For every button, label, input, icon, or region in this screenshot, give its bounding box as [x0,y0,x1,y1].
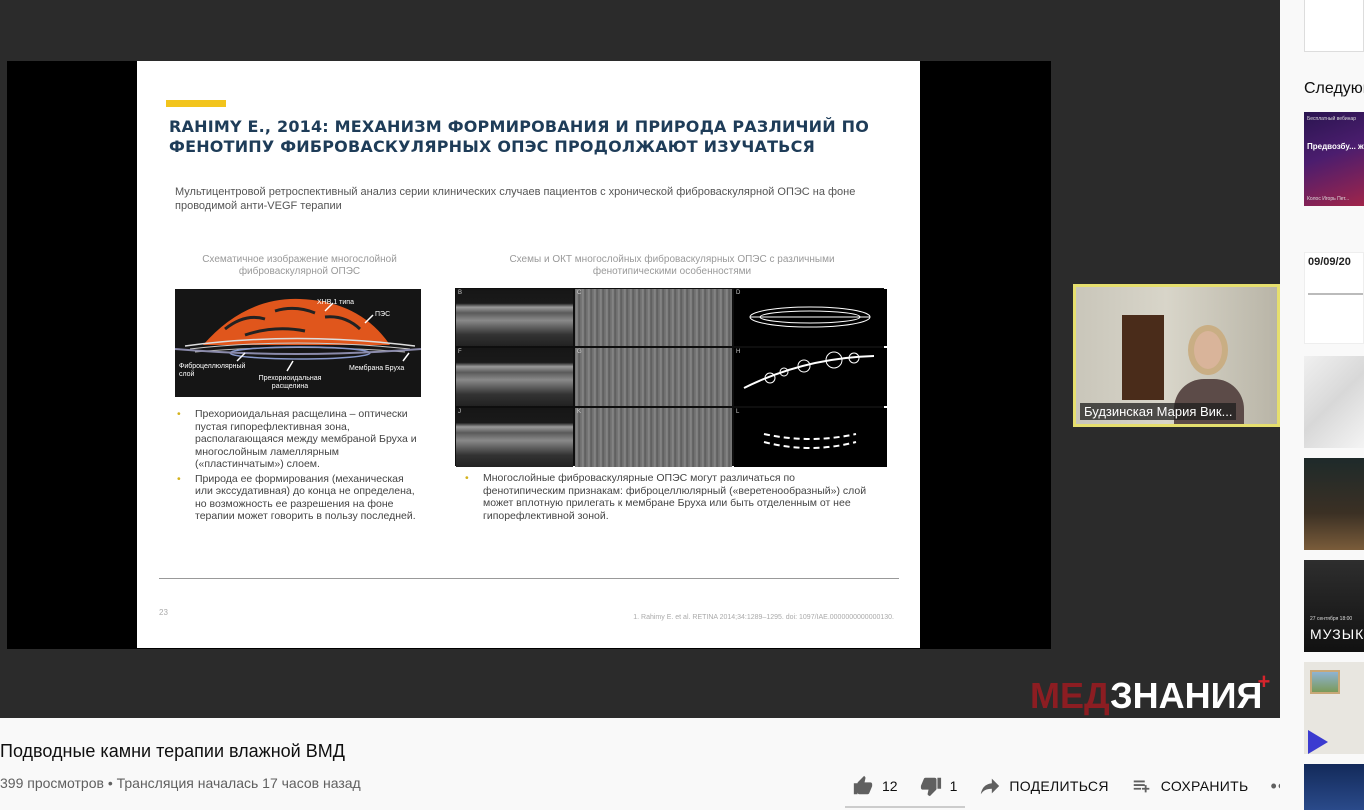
label-bruch: Мембрана Бруха [349,365,405,372]
slide-subtitle: Мультицентровой ретроспективный анализ с… [175,186,856,212]
recommended-video-thumbnail[interactable] [1304,458,1364,550]
recommended-video-thumbnail[interactable] [1304,662,1364,754]
slide-page-number: 23 [159,608,168,617]
recommended-video-thumbnail[interactable] [1304,356,1364,448]
oct-scan: J [456,408,573,467]
thumbs-up-icon [853,775,873,795]
recommended-video-thumbnail[interactable] [1304,764,1364,810]
oct-scan: F [456,348,573,406]
slide-divider [159,578,899,579]
label-prechor: Прехориоидальная расщелина [258,375,322,390]
left-bullet-list: Прехориоидальная расщелина – оптически п… [177,408,422,525]
label-fibro: Фиброцеллюлярный слой [179,363,246,378]
save-button[interactable]: СОХРАНИТЬ [1131,775,1249,797]
share-arrow-icon [981,778,1000,795]
thumbs-down-icon [920,777,941,797]
right-figure-caption: Схемы и ОКТ многослойных фиброваскулярны… [509,254,835,277]
oct-schema: D [734,289,887,346]
painting-image [1310,670,1340,694]
like-button[interactable]: 12 [852,775,898,797]
up-next-heading: Следующее [1304,80,1364,97]
speaker-name: Будзинская Мария Вик... [1080,403,1237,420]
slide-reference: 1. Rahimy E. et al. RETINA 2014;34:1289–… [633,614,894,621]
presentation-slide: RAHIMY E., 2014: МЕХАНИЗМ ФОРМИРОВАНИЯ И… [137,61,920,648]
scroll-indicator [845,806,965,808]
oct-image-grid: B C D F G H J K L [455,288,887,467]
dislike-count: 1 [949,778,958,794]
recommended-video-thumbnail[interactable]: 09/09/20 [1304,252,1364,344]
list-item: Многослойные фиброваскулярные ОПЭС могут… [465,472,875,522]
list-item: Прехориоидальная расщелина – оптически п… [177,408,422,471]
play-icon [1308,730,1328,754]
slide-accent-bar [166,100,226,107]
oct-zoom: G [575,348,732,406]
oct-schema: H [734,348,887,406]
video-title: Подводные камни терапии влажной ВМД [0,741,345,761]
oct-zoom: K [575,408,732,467]
channel-watermark-logo: МЕДЗНАНИЯ + [1030,669,1271,716]
dislike-button[interactable]: 1 [920,775,958,797]
schematic-figure: ХНВ 1 типа ПЭС Фиброцеллюлярный слой Пре… [175,289,421,397]
share-button[interactable]: ПОДЕЛИТЬСЯ [979,775,1108,797]
recommended-video-thumbnail[interactable]: Бесплатный вебинар Предвозбу... желудочк… [1304,112,1364,206]
label-hnv: ХНВ 1 типа [317,299,354,306]
label-pes: ПЭС [375,311,391,318]
bubbles-drawing [743,351,875,389]
slide-title: RAHIMY E., 2014: МЕХАНИЗМ ФОРМИРОВАНИЯ И… [169,117,870,156]
oct-zoom: C [575,289,732,346]
action-bar: 12 1 ПОДЕЛИТЬСЯ СОХРАНИТЬ ••• [852,772,1292,800]
list-item: Природа ее формирования (механическая ил… [177,473,422,523]
sidebar: Следующее Бесплатный вебинар Предвозбу..… [1280,0,1364,810]
right-bullet-list: Многослойные фиброваскулярные ОПЭС могут… [465,472,875,524]
layered-lens-drawing [749,306,871,328]
oct-schema: L [734,408,887,467]
left-figure-caption: Схематичное изображение многослойной фиб… [202,254,397,277]
sidebar-card[interactable] [1304,0,1364,52]
oct-scan: B [456,289,573,346]
video-meta: 399 просмотров • Трансляция началась 17 … [0,775,361,791]
webcam-overlay: Будзинская Мария Вик... [1073,284,1280,427]
like-count: 12 [882,778,898,794]
dashed-curve-drawing [763,433,857,449]
playlist-add-icon [1133,780,1150,793]
bookshelf [1122,315,1164,400]
recommended-video-thumbnail[interactable]: 27 сентября 18:00 МУЗЫК [1304,560,1364,652]
